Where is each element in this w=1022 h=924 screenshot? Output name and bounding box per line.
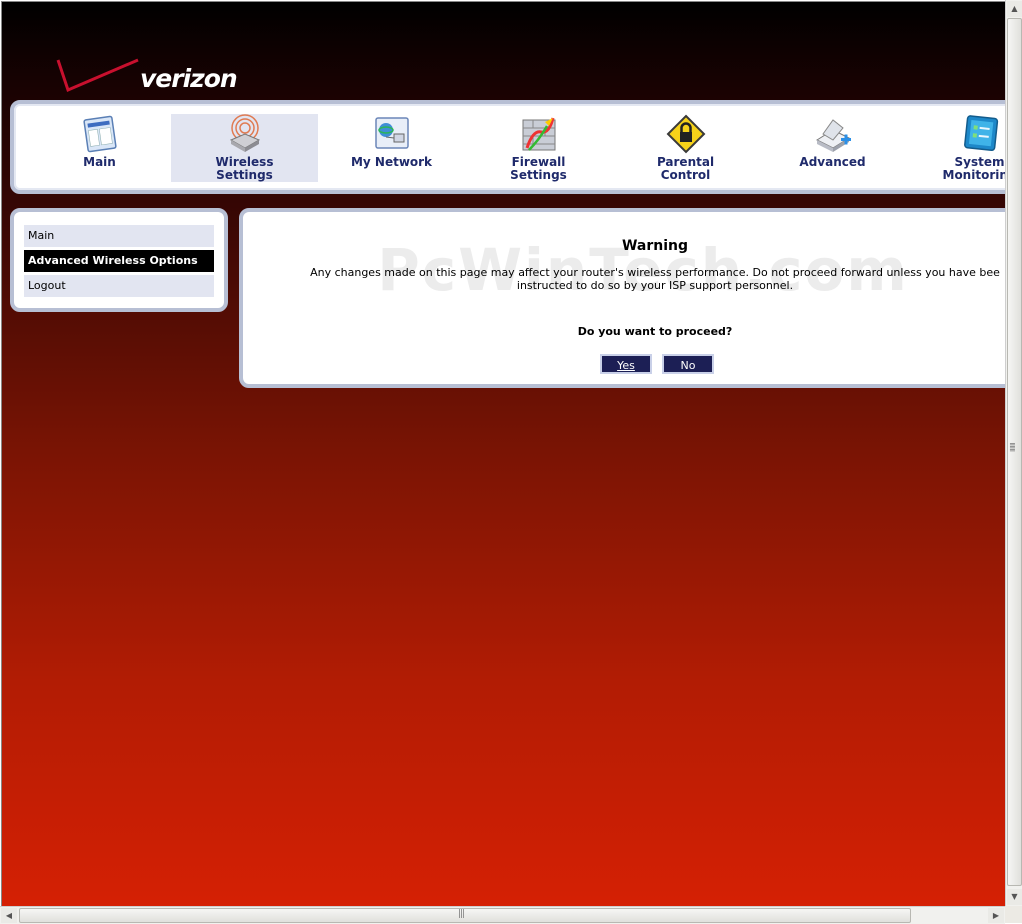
nav-main[interactable]: Main (26, 114, 173, 182)
nav-system-monitoring[interactable]: SystemMonitoring (906, 114, 1006, 182)
proceed-question: Do you want to proceed? (577, 325, 733, 338)
horizontal-scroll-thumb[interactable] (19, 908, 911, 923)
browser-viewport: verizon Main Wireless Settings My Networ… (1, 1, 1006, 907)
top-navigation: Main Wireless Settings My Network Firewa… (10, 100, 1006, 194)
nav-advanced-label: Advanced (799, 155, 866, 169)
nav-system-label: System (954, 155, 1005, 169)
no-button[interactable]: No (662, 354, 714, 374)
yes-button[interactable]: Yes (600, 354, 652, 374)
nav-parental-label: Parental (656, 155, 715, 169)
warning-line-2: instructed to do so by your ISP support … (516, 279, 794, 292)
side-item-advanced-wireless-options[interactable]: Advanced Wireless Options (24, 250, 214, 272)
scroll-left-arrow-icon[interactable]: ◀ (1, 908, 17, 923)
side-item-logout[interactable]: Logout (24, 275, 214, 297)
firewall-icon (522, 117, 555, 151)
warning-panel: PcWinTech.com Warning Any changes made o… (239, 208, 1006, 388)
padlock-warning-icon (666, 114, 705, 154)
advanced-scanner-icon (815, 119, 851, 152)
nav-parental-control[interactable]: Parental Control (612, 114, 759, 182)
wireless-router-icon (229, 114, 260, 152)
vertical-grip-icon: ═ ═ ═ (1010, 440, 1015, 455)
horizontal-scrollbar[interactable]: ◀ ||| ▶ (0, 906, 1005, 924)
nav-firewall-label: Firewall (511, 155, 566, 169)
horizontal-grip-icon: ||| (458, 909, 465, 919)
network-computers-icon (374, 117, 409, 149)
scroll-up-arrow-icon[interactable]: ▲ (1007, 1, 1022, 17)
nav-my-network-label: My Network (350, 155, 433, 169)
nav-advanced[interactable]: Advanced (759, 114, 906, 182)
vertical-scrollbar[interactable]: ▲ ═ ═ ═ ▼ (1005, 0, 1022, 906)
warning-title: Warning (621, 238, 689, 254)
scrollbar-corner (1005, 906, 1022, 923)
nav-wireless-settings[interactable]: Wireless Settings (171, 114, 318, 182)
scroll-down-arrow-icon[interactable]: ▼ (1007, 889, 1022, 905)
nav-wireless-label: Wireless (215, 155, 274, 169)
side-menu: Main Advanced Wireless Options Logout (10, 208, 228, 312)
nav-firewall-settings[interactable]: Firewall Settings (465, 114, 612, 182)
verizon-check-icon (56, 58, 139, 93)
nav-my-network[interactable]: My Network (318, 114, 465, 182)
logo-text: verizon (140, 64, 238, 93)
verizon-logo: verizon (54, 56, 242, 98)
warning-line-1: Any changes made on this page may affect… (310, 266, 1000, 279)
scroll-right-arrow-icon[interactable]: ▶ (988, 908, 1004, 923)
warning-message: Any changes made on this page may affect… (243, 266, 1006, 292)
nav-main-label: Main (83, 155, 116, 169)
main-window-icon (82, 115, 117, 153)
system-monitor-icon (963, 115, 998, 152)
side-item-main[interactable]: Main (24, 225, 214, 247)
